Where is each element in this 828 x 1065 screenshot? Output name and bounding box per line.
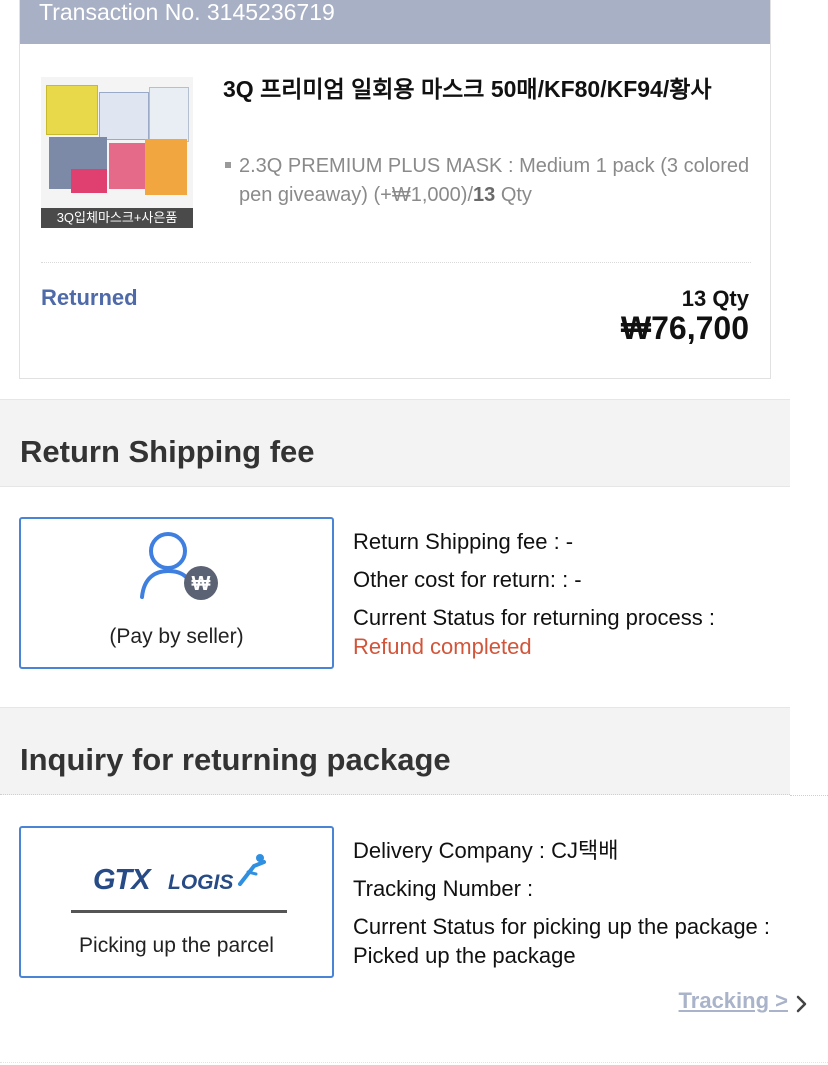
pickup-status: Current Status for picking up the packag… — [353, 914, 771, 968]
product-title[interactable]: 3Q 프리미엄 일회용 마스크 50매/KF80/KF94/황사 — [223, 75, 753, 103]
product-thumbnail[interactable]: 3Q입체마스크+사은품 — [41, 77, 193, 228]
section-title-return-fee: Return Shipping fee — [20, 434, 315, 469]
tracking-link[interactable]: Tracking > — [679, 988, 788, 1014]
picking-up-label: Picking up the parcel — [79, 934, 274, 957]
chevron-right-icon[interactable] — [794, 994, 810, 1014]
logo-text-main: GTX — [93, 864, 151, 896]
product-option: 2.3Q PREMIUM PLUS MASK : Medium 1 pack (… — [223, 152, 753, 210]
return-status-label: Current Status for returning process : — [353, 605, 715, 630]
logo-underline — [71, 910, 287, 913]
option-qty-unit: Qty — [495, 184, 532, 206]
person-won-icon: ₩ — [140, 532, 218, 600]
return-status: Current Status for returning process : Re… — [353, 603, 803, 661]
package-details: Delivery Company : CJ택배 Tracking Number … — [353, 836, 803, 979]
return-status-value: Refund completed — [353, 634, 532, 659]
tracking-number: Tracking Number : — [353, 876, 534, 901]
return-fee-details: Return Shipping fee : - Other cost for r… — [353, 527, 803, 670]
delivery-company: Delivery Company : CJ택배 — [353, 838, 619, 863]
runner-icon — [238, 854, 266, 886]
pay-by-seller-label: (Pay by seller) — [109, 625, 244, 648]
package-section-header: Inquiry for returning package — [0, 707, 790, 795]
return-detail-page: Transaction No. 3145236719 3Q입체마스크+사은품 3… — [0, 0, 828, 1065]
svg-text:₩: ₩ — [192, 573, 211, 595]
bullet-icon — [225, 162, 231, 168]
option-qty-number: 13 — [473, 184, 496, 206]
return-shipping-fee: Return Shipping fee : - — [353, 529, 574, 554]
order-price: ₩76,700 — [620, 310, 749, 346]
pay-by-seller-box: ₩ (Pay by seller) — [19, 517, 334, 669]
status-badge: Returned — [41, 285, 138, 310]
logo-text-sub: LOGIS — [168, 871, 234, 894]
transaction-header: Transaction No. 3145236719 — [20, 0, 770, 44]
order-card: Transaction No. 3145236719 3Q입체마스크+사은품 3… — [19, 0, 771, 379]
gtx-logis-logo: GTX LOGIS — [71, 852, 287, 896]
transaction-number: Transaction No. 3145236719 — [39, 0, 335, 25]
courier-box: GTX LOGIS Picking up the parcel — [19, 826, 334, 978]
section-title-package: Inquiry for returning package — [20, 742, 451, 777]
thumbnail-caption: 3Q입체마스크+사은품 — [41, 208, 193, 228]
order-qty: 13 Qty — [681, 286, 749, 311]
card-divider — [41, 262, 751, 263]
return-fee-section-header: Return Shipping fee — [0, 399, 790, 487]
product-row[interactable]: 3Q입체마스크+사은품 3Q 프리미엄 일회용 마스크 50매/KF80/KF9… — [20, 44, 770, 262]
other-cost: Other cost for return: : - — [353, 567, 582, 592]
